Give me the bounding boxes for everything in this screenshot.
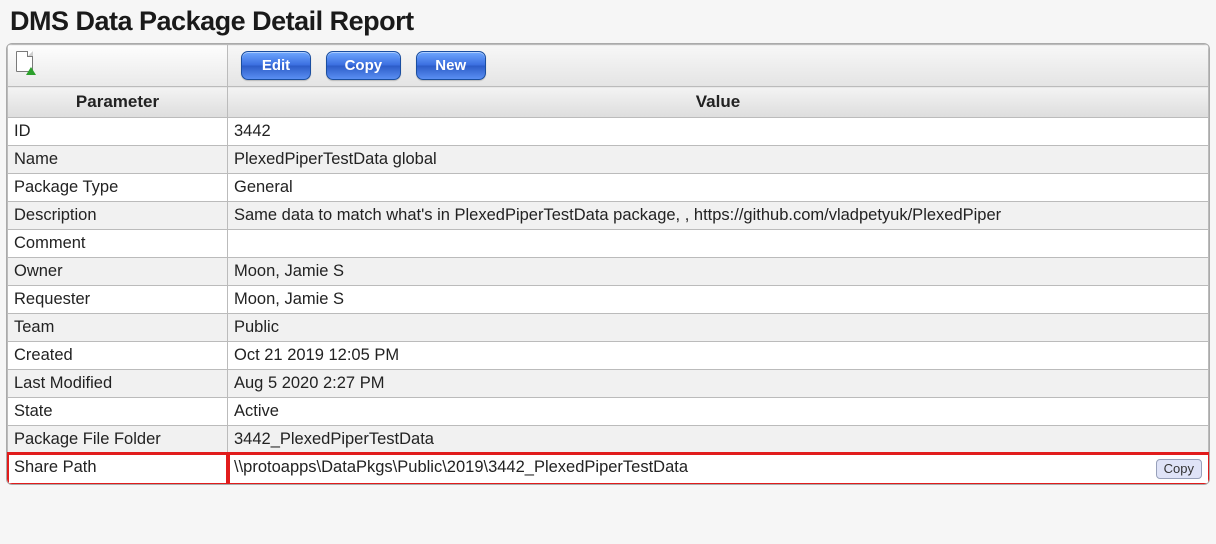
value-cell: Aug 5 2020 2:27 PM — [228, 370, 1209, 398]
copy-share-path-button[interactable]: Copy — [1156, 459, 1202, 479]
value-text: Same data to match what's in PlexedPiper… — [234, 206, 1001, 224]
export-icon-cell — [8, 45, 228, 87]
value-text: 3442_PlexedPiperTestData — [234, 430, 434, 448]
toolbar-buttons-cell: Edit Copy New — [228, 45, 1209, 87]
param-cell: Package Type — [8, 174, 228, 202]
edit-button[interactable]: Edit — [241, 51, 311, 80]
param-cell: Team — [8, 314, 228, 342]
value-text: \\protoapps\DataPkgs\Public\2019\3442_Pl… — [234, 458, 688, 476]
table-row: Created Oct 21 2019 12:05 PM — [8, 342, 1209, 370]
table-row: Owner Moon, Jamie S — [8, 258, 1209, 286]
new-button[interactable]: New — [416, 51, 486, 80]
table-row: Package Type General — [8, 174, 1209, 202]
table-row: Comment — [8, 230, 1209, 258]
export-page-icon[interactable] — [16, 51, 33, 72]
value-text: Active — [234, 402, 279, 420]
param-cell: Requester — [8, 286, 228, 314]
header-parameter: Parameter — [8, 87, 228, 118]
value-cell: General — [228, 174, 1209, 202]
param-cell: ID — [8, 118, 228, 146]
param-cell: Created — [8, 342, 228, 370]
value-cell: Active — [228, 398, 1209, 426]
value-cell: Oct 21 2019 12:05 PM — [228, 342, 1209, 370]
param-cell: Last Modified — [8, 370, 228, 398]
value-cell: Public — [228, 314, 1209, 342]
table-row: ID 3442 — [8, 118, 1209, 146]
header-value: Value — [228, 87, 1209, 118]
value-cell: 3442_PlexedPiperTestData — [228, 426, 1209, 454]
header-row: Parameter Value — [8, 87, 1209, 118]
value-text: PlexedPiperTestData global — [234, 150, 437, 168]
value-cell: Same data to match what's in PlexedPiper… — [228, 202, 1209, 230]
param-cell: State — [8, 398, 228, 426]
value-cell: Moon, Jamie S — [228, 286, 1209, 314]
value-cell: \\protoapps\DataPkgs\Public\2019\3442_Pl… — [228, 454, 1209, 484]
page-title: DMS Data Package Detail Report — [6, 4, 1210, 39]
value-text: Moon, Jamie S — [234, 290, 344, 308]
copy-button[interactable]: Copy — [326, 51, 402, 80]
value-cell — [228, 230, 1209, 258]
value-text: Aug 5 2020 2:27 PM — [234, 374, 384, 392]
param-cell: Owner — [8, 258, 228, 286]
detail-table: Edit Copy New Parameter Value ID 3442 Name… — [7, 44, 1209, 484]
table-row: Package File Folder 3442_PlexedPiperTestD… — [8, 426, 1209, 454]
table-row: Last Modified Aug 5 2020 2:27 PM — [8, 370, 1209, 398]
param-cell: Comment — [8, 230, 228, 258]
value-cell: Moon, Jamie S — [228, 258, 1209, 286]
value-text: Oct 21 2019 12:05 PM — [234, 346, 399, 364]
table-row: Name PlexedPiperTestData global — [8, 146, 1209, 174]
param-cell: Package File Folder — [8, 426, 228, 454]
table-row: Share Path \\protoapps\DataPkgs\Public\20… — [8, 454, 1209, 484]
param-cell: Description — [8, 202, 228, 230]
detail-panel: Edit Copy New Parameter Value ID 3442 Name… — [6, 43, 1210, 485]
toolbar-row: Edit Copy New — [8, 45, 1209, 87]
value-text: Public — [234, 318, 279, 336]
value-text: 3442 — [234, 122, 271, 140]
value-text: Moon, Jamie S — [234, 262, 344, 280]
value-text: General — [234, 178, 293, 196]
table-row: Description Same data to match what's in … — [8, 202, 1209, 230]
table-row: State Active — [8, 398, 1209, 426]
param-cell: Name — [8, 146, 228, 174]
table-row: Team Public — [8, 314, 1209, 342]
value-cell: 3442 — [228, 118, 1209, 146]
value-cell: PlexedPiperTestData global — [228, 146, 1209, 174]
param-cell: Share Path — [8, 454, 228, 484]
table-row: Requester Moon, Jamie S — [8, 286, 1209, 314]
